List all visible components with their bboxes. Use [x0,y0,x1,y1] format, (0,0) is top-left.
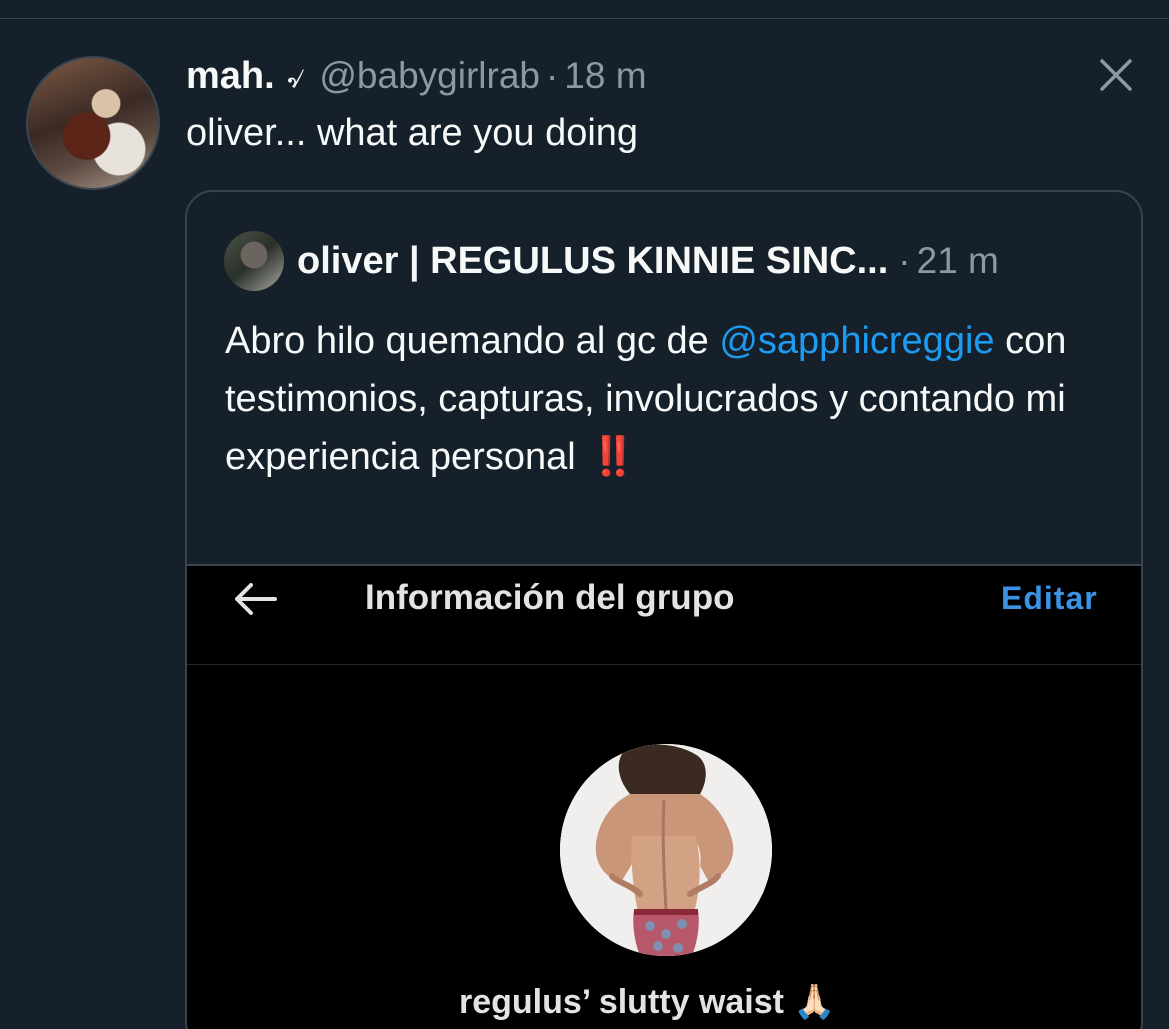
author-name-emoji: ৵ [286,62,306,95]
back-button [233,581,279,617]
quoted-tweet-text: Abro hilo quemando al gc de @sapphicregg… [225,312,1125,486]
quoted-tweet[interactable]: oliver | REGULUS KINNIE SINC... · 21 m A… [185,190,1143,1029]
tweet-text: oliver... what are you doing [186,112,639,154]
quoted-tweet-timestamp[interactable]: 21 m [917,240,999,282]
quoted-text-part1: Abro hilo quemando al gc de [225,320,720,362]
quoted-author-name[interactable]: oliver | REGULUS KINNIE SINC... [297,240,888,283]
quoted-author-avatar[interactable] [224,231,284,291]
header-separator: · [545,55,559,96]
close-icon [1100,59,1132,91]
tweet-header: mah. ৵ @babygirlrab · 18 m [186,54,647,100]
quoted-tweet-header: oliver | REGULUS KINNIE SINC... · 21 m [297,240,999,283]
double-exclamation-emoji: ‼️ [589,436,637,478]
author-avatar[interactable] [26,56,160,190]
quoted-header-separator: · [898,240,911,281]
edit-link: Editar [1001,580,1098,616]
image-top-border [187,564,1141,566]
group-info-title: Información del grupo [365,578,735,617]
group-name: regulus’ slutty waist 🙏🏻 [459,983,836,1021]
mention-link[interactable]: @sapphicreggie [719,320,994,362]
tweet-timestamp[interactable]: 18 m [564,55,646,97]
tweet-view: mah. ৵ @babygirlrab · 18 m oliver... wha… [0,0,1169,1029]
group-photo [560,744,772,956]
attached-image[interactable]: Información del grupo Editar regulus’ sl… [187,564,1141,1029]
author-display-name[interactable]: mah. [186,55,275,98]
back-arrow-icon [235,583,277,615]
group-photo-illustration [560,744,772,956]
top-divider [0,18,1169,19]
close-button[interactable] [1096,55,1136,95]
header-divider [187,664,1141,665]
author-handle[interactable]: @babygirlrab [319,55,540,97]
